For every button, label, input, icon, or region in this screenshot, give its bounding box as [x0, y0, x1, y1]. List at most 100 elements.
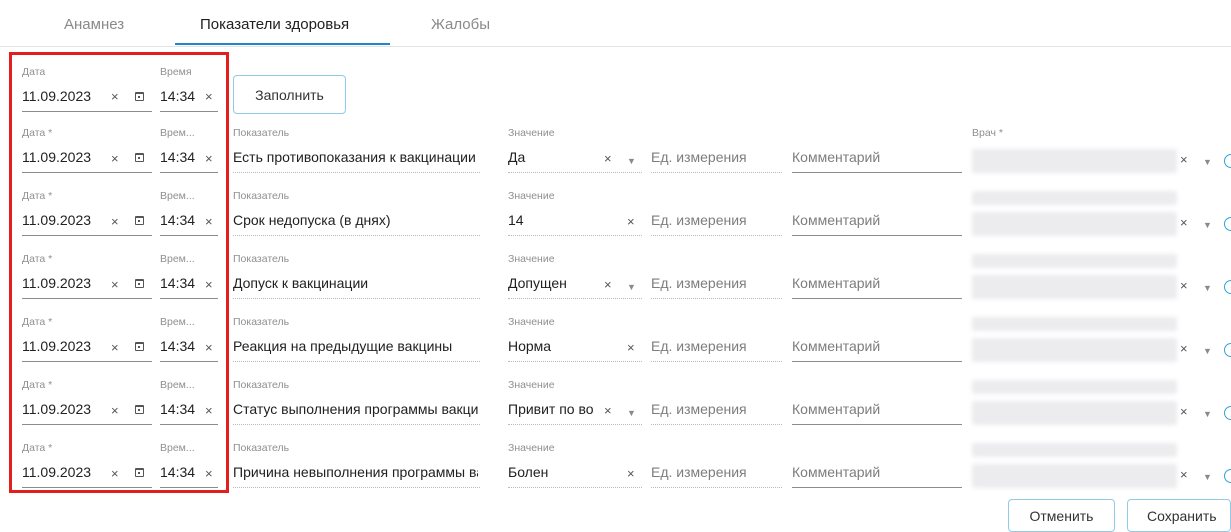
- tab-anamnesis[interactable]: Анамнез: [64, 16, 124, 33]
- tab-bar: Анамнез Показатели здоровья Жалобы: [0, 0, 1231, 47]
- dropdown-arrow-icon[interactable]: ▼: [1203, 218, 1212, 232]
- doctor-label: Врач *: [972, 127, 1003, 139]
- clear-icon[interactable]: ×: [604, 404, 612, 418]
- indicator-field[interactable]: Есть противопоказания к вакцинации: [233, 149, 478, 165]
- status-circle-icon[interactable]: [1224, 217, 1231, 231]
- unit-field[interactable]: Ед. измерения: [651, 464, 747, 480]
- indicator-field[interactable]: Допуск к вакцинации: [233, 275, 478, 291]
- unit-field[interactable]: Ед. измерения: [651, 338, 747, 354]
- status-circle-icon[interactable]: [1224, 343, 1231, 357]
- comment-field[interactable]: Комментарий: [792, 149, 880, 165]
- value-underline: [508, 235, 642, 236]
- doctor-name-redacted: [972, 401, 1177, 425]
- status-circle-icon[interactable]: [1224, 280, 1231, 294]
- clear-icon[interactable]: ×: [627, 467, 635, 481]
- comment-underline: [792, 424, 962, 425]
- dropdown-arrow-icon[interactable]: ▼: [627, 406, 636, 420]
- indicator-field[interactable]: Реакция на предыдущие вакцины: [233, 338, 478, 354]
- comment-field[interactable]: Комментарий: [792, 464, 880, 480]
- value-label: Значение: [508, 316, 555, 328]
- comment-field[interactable]: Комментарий: [792, 212, 880, 228]
- value-label: Значение: [508, 190, 555, 202]
- unit-underline: [651, 172, 782, 173]
- status-circle-icon[interactable]: [1224, 406, 1231, 420]
- indicator-underline: [233, 235, 480, 236]
- dropdown-arrow-icon[interactable]: ▼: [1203, 470, 1212, 484]
- status-circle-icon[interactable]: [1224, 154, 1231, 168]
- doctor-name-redacted: [972, 275, 1177, 299]
- value-label: Значение: [508, 442, 555, 454]
- clear-icon[interactable]: ×: [627, 215, 635, 229]
- indicator-label: Показатель: [233, 316, 290, 328]
- indicator-underline: [233, 424, 480, 425]
- dropdown-arrow-icon[interactable]: ▼: [1203, 344, 1212, 358]
- dropdown-arrow-icon[interactable]: ▼: [1203, 407, 1212, 421]
- indicator-underline: [233, 487, 480, 488]
- comment-field[interactable]: Комментарий: [792, 338, 880, 354]
- dropdown-arrow-icon[interactable]: ▼: [1203, 155, 1212, 169]
- value-input[interactable]: Болен: [508, 464, 594, 480]
- value-label: Значение: [508, 379, 555, 391]
- comment-field[interactable]: Комментарий: [792, 401, 880, 417]
- indicator-field[interactable]: Срок недопуска (в днях): [233, 212, 478, 228]
- value-select[interactable]: Привит по возрасту: [508, 401, 594, 417]
- value-underline: [508, 487, 642, 488]
- unit-field[interactable]: Ед. измерения: [651, 149, 747, 165]
- doctor-name-redacted: [972, 443, 1177, 457]
- clear-icon[interactable]: ×: [604, 278, 612, 292]
- unit-underline: [651, 424, 782, 425]
- value-underline: [508, 172, 642, 173]
- clear-icon[interactable]: ×: [604, 152, 612, 166]
- indicator-underline: [233, 361, 480, 362]
- value-input[interactable]: 14: [508, 212, 594, 228]
- fill-button[interactable]: Заполнить: [233, 75, 346, 114]
- tab-health-indicators[interactable]: Показатели здоровья: [200, 16, 349, 33]
- value-select[interactable]: Допущен: [508, 275, 594, 291]
- doctor-name-redacted: [972, 317, 1177, 331]
- value-input[interactable]: Норма: [508, 338, 594, 354]
- unit-field[interactable]: Ед. измерения: [651, 275, 747, 291]
- clear-icon[interactable]: ×: [1180, 153, 1188, 167]
- clear-icon[interactable]: ×: [1180, 342, 1188, 356]
- doctor-name-redacted: [972, 191, 1177, 205]
- unit-underline: [651, 487, 782, 488]
- clear-icon[interactable]: ×: [1180, 279, 1188, 293]
- unit-field[interactable]: Ед. измерения: [651, 212, 747, 228]
- clear-icon[interactable]: ×: [627, 341, 635, 355]
- comment-underline: [792, 361, 962, 362]
- indicator-field[interactable]: Причина невыполнения программы вакцинаци…: [233, 464, 478, 480]
- unit-field[interactable]: Ед. измерения: [651, 401, 747, 417]
- comment-underline: [792, 172, 962, 173]
- doctor-name-redacted: [972, 380, 1177, 394]
- indicator-label: Показатель: [233, 442, 290, 454]
- highlight-box: [9, 52, 229, 493]
- tab-complaints[interactable]: Жалобы: [431, 16, 490, 33]
- value-underline: [508, 361, 642, 362]
- indicator-label: Показатель: [233, 253, 290, 265]
- status-circle-icon[interactable]: [1224, 469, 1231, 483]
- value-select[interactable]: Да: [508, 149, 594, 165]
- comment-field[interactable]: Комментарий: [792, 275, 880, 291]
- indicator-field[interactable]: Статус выполнения программы вакцинации: [233, 401, 478, 417]
- indicator-label: Показатель: [233, 379, 290, 391]
- clear-icon[interactable]: ×: [1180, 405, 1188, 419]
- value-underline: [508, 424, 642, 425]
- doctor-name-redacted: [972, 464, 1177, 488]
- indicator-label: Показатель: [233, 127, 290, 139]
- active-tab-indicator: [175, 43, 390, 45]
- dropdown-arrow-icon[interactable]: ▼: [1203, 281, 1212, 295]
- dropdown-arrow-icon[interactable]: ▼: [627, 154, 636, 168]
- comment-underline: [792, 487, 962, 488]
- clear-icon[interactable]: ×: [1180, 216, 1188, 230]
- save-button[interactable]: Сохранить: [1127, 499, 1231, 532]
- unit-underline: [651, 298, 782, 299]
- indicator-underline: [233, 172, 480, 173]
- value-label: Значение: [508, 253, 555, 265]
- doctor-name-redacted: [972, 212, 1177, 236]
- clear-icon[interactable]: ×: [1180, 468, 1188, 482]
- value-underline: [508, 298, 642, 299]
- cancel-button[interactable]: Отменить: [1008, 499, 1115, 532]
- indicator-label: Показатель: [233, 190, 290, 202]
- dropdown-arrow-icon[interactable]: ▼: [627, 280, 636, 294]
- doctor-name-redacted: [972, 254, 1177, 268]
